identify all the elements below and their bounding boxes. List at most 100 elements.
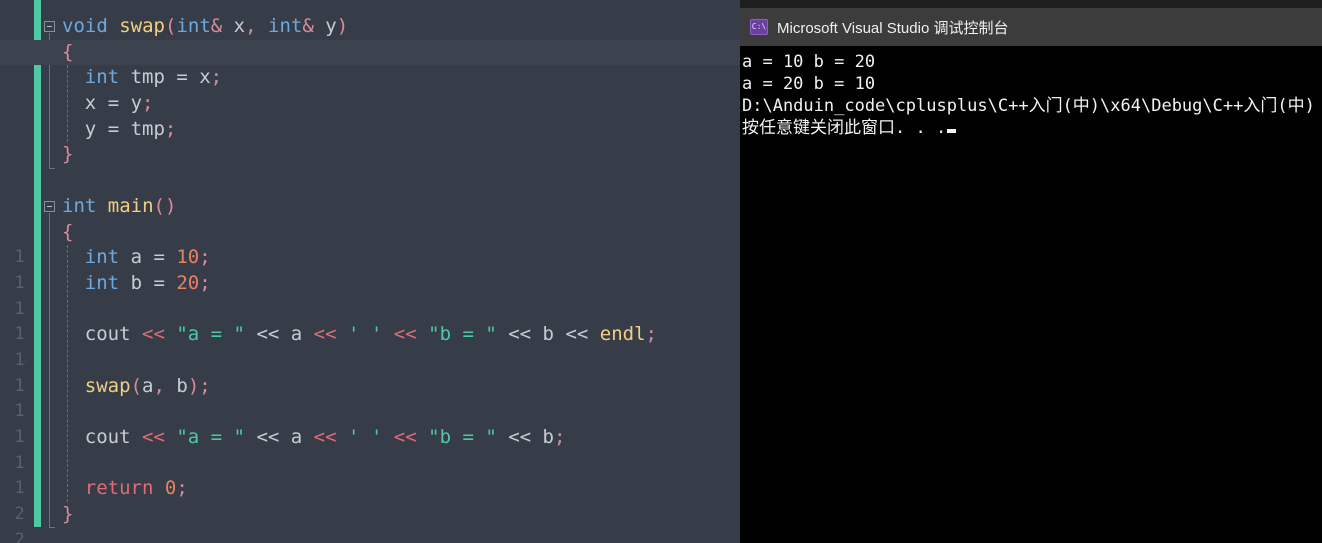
code-token: << (313, 323, 337, 346)
code-token: << (565, 323, 589, 346)
code-token: tmp (119, 117, 165, 140)
code-token: & (302, 15, 314, 37)
console-output[interactable]: a = 10 b = 20 a = 20 b = 10 D:\Anduin_code… (740, 46, 1322, 543)
code-token: ) (336, 15, 349, 37)
code-line[interactable]: int b = 20; (0, 271, 740, 297)
code-token: { (62, 220, 74, 243)
code-token: endl (599, 323, 646, 346)
code-token: int (84, 246, 120, 269)
console-window-icon: C:\ (750, 19, 768, 35)
code-token: ; (645, 323, 657, 346)
code-token: } (62, 143, 74, 166)
code-token: = (153, 246, 165, 269)
code-token: ; (142, 92, 154, 115)
code-token: swap (84, 374, 131, 397)
code-line[interactable]: int tmp = x; (0, 65, 740, 91)
code-token: "b = " (428, 323, 497, 346)
code-token: ' ' (348, 426, 383, 448)
code-token: y (313, 15, 337, 37)
code-token: = (153, 271, 165, 294)
code-token: 20 (176, 271, 200, 294)
code-line[interactable]: { (0, 39, 740, 66)
code-token: << (256, 426, 280, 448)
code-token: 0 (164, 477, 177, 500)
code-token: return (84, 477, 154, 500)
code-line[interactable]: } (0, 502, 740, 528)
code-line[interactable] (0, 348, 740, 374)
code-token: ; (199, 271, 211, 294)
console-window-title: Microsoft Visual Studio 调试控制台 (777, 19, 1009, 37)
code-token: ( (164, 15, 177, 37)
code-line[interactable]: { (0, 220, 740, 246)
code-line[interactable]: cout << "a = " << a << ' ' << "b = " << … (0, 322, 740, 348)
console-caret (947, 129, 957, 133)
code-token: ; (554, 426, 566, 448)
code-token: } (62, 503, 74, 526)
console-output-line: D:\Anduin_code\cplusplus\C++入门(中)\x64\De… (742, 96, 1315, 116)
code-token: "a = " (176, 323, 245, 346)
code-token: y (119, 92, 143, 115)
code-token: int (268, 15, 303, 37)
code-token: x (187, 66, 211, 89)
code-line[interactable]: swap(a, b); (0, 374, 740, 400)
code-line[interactable] (0, 168, 740, 194)
code-token: swap (119, 15, 165, 37)
code-token: void (62, 15, 108, 37)
code-token: a (142, 374, 154, 397)
indent-guide (67, 245, 68, 503)
code-line[interactable]: int a = 10; (0, 245, 740, 271)
code-token: tmp (119, 66, 177, 89)
code-token: int (84, 271, 120, 294)
code-token: << (142, 323, 165, 346)
code-line[interactable] (0, 297, 740, 323)
code-token: ; (176, 477, 188, 500)
code-line[interactable]: return 0; (0, 476, 740, 502)
code-token: ; (164, 117, 177, 140)
code-line[interactable]: int main() (0, 194, 740, 220)
console-output-line: a = 20 b = 10 (742, 74, 876, 94)
code-line[interactable]: x = y; (0, 91, 740, 117)
code-text-area[interactable]: void swap(int& x, int& y){int tmp = x; x … (0, 0, 740, 543)
console-titlebar[interactable]: C:\ Microsoft Visual Studio 调试控制台 (740, 8, 1322, 46)
code-token: , (153, 374, 165, 397)
code-token: a (279, 323, 314, 346)
code-line[interactable] (0, 399, 740, 425)
code-line[interactable]: cout << "a = " << a << ' ' << "b = " << … (0, 425, 740, 451)
code-line[interactable] (0, 451, 740, 477)
code-token: 10 (176, 246, 200, 269)
code-line[interactable]: void swap(int& x, int& y) (0, 14, 740, 40)
code-line[interactable]: y = tmp; (0, 117, 740, 143)
code-token: a (279, 426, 314, 448)
code-token: << (393, 323, 417, 346)
code-line[interactable]: } (0, 142, 740, 168)
code-token: = (107, 92, 120, 115)
console-window[interactable]: C:\ Microsoft Visual Studio 调试控制台 a = 10… (740, 8, 1322, 543)
console-output-line: 按任意键关闭此窗口. . . (742, 117, 1322, 139)
indent-guide (67, 65, 68, 143)
code-token: , (245, 15, 257, 37)
code-editor-pane[interactable]: 123456789101112131415161718192021 void s… (0, 0, 740, 543)
code-token: main (107, 194, 154, 217)
code-token: () (153, 194, 177, 217)
code-token: = (107, 117, 120, 140)
code-token: << (313, 426, 337, 448)
code-token: cout (84, 426, 142, 448)
code-token: ; (199, 246, 211, 269)
code-token: << (508, 323, 532, 346)
code-token: x (222, 15, 246, 37)
code-token: int (84, 66, 120, 89)
